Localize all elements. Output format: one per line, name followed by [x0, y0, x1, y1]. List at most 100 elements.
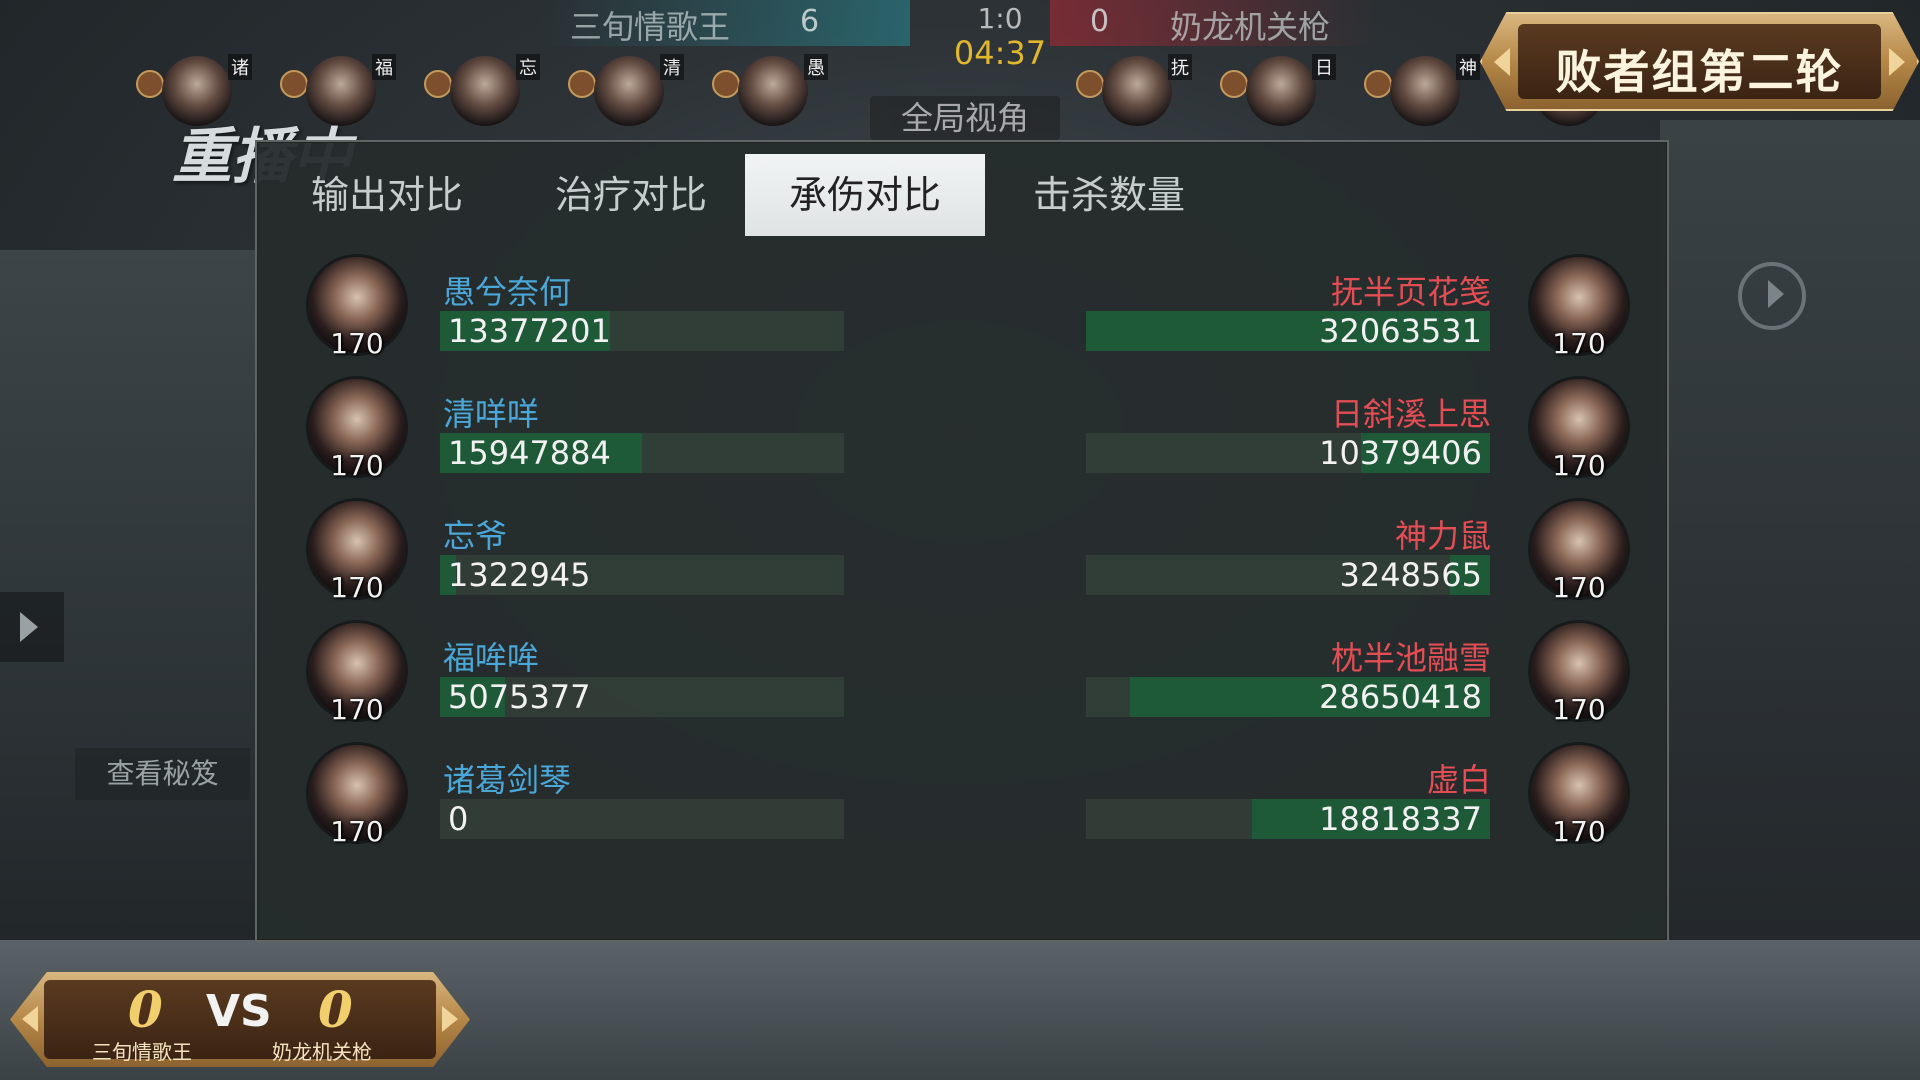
- hero-tag: 福: [372, 54, 396, 80]
- player-level: 170: [330, 815, 384, 848]
- player-name-right: 日斜溪上思: [1330, 395, 1491, 433]
- exit-icon[interactable]: [1738, 262, 1806, 330]
- tab-kills[interactable]: 击杀数量: [989, 154, 1229, 236]
- player-name-left: 愚兮奈何: [443, 273, 572, 311]
- skill-badge-icon: [1220, 70, 1248, 98]
- stat-bar-left: 1322945: [440, 555, 844, 595]
- player-level: 170: [330, 693, 384, 726]
- view-tips-button[interactable]: 查看秘笈: [75, 748, 250, 800]
- arrow-right-icon: [442, 1006, 458, 1032]
- player-row: 170 清咩咩 15947884 10379406 日斜溪上思 170: [257, 379, 1667, 489]
- hero-portrait: [594, 56, 664, 126]
- player-name-right: 抚半页花笺: [1330, 273, 1491, 311]
- series-score-left: 0: [128, 980, 163, 1039]
- stat-bar-left: 13377201: [440, 311, 844, 351]
- player-level: 170: [1552, 327, 1606, 360]
- player-name-right: 枕半池融雪: [1330, 639, 1491, 677]
- hero-portrait: [1246, 56, 1316, 126]
- player-name-left: 诸葛剑琴: [443, 761, 572, 799]
- player-row: 170 诸葛剑琴 0 18818337 虚白 170: [257, 745, 1667, 855]
- tab-bar: 输出对比 治疗对比 承伤对比 击杀数量: [257, 154, 1667, 236]
- player-level: 170: [1552, 449, 1606, 482]
- hero-tag: 清: [660, 54, 684, 80]
- skill-badge-icon: [568, 70, 596, 98]
- team-left-kills: 6: [800, 4, 820, 39]
- team-right-kills: 0: [1090, 4, 1110, 39]
- stat-value: 10379406: [1319, 434, 1482, 472]
- stat-value: 5075377: [448, 678, 591, 716]
- match-score: 1:0: [977, 2, 1023, 35]
- series-team-left: 三旬情歌王: [92, 1040, 192, 1064]
- arrow-left-icon: [22, 1006, 38, 1032]
- hero-tag: 抚: [1168, 54, 1192, 80]
- stage-plaque: 败者组第二轮: [1480, 12, 1919, 111]
- hero-tag: 诸: [228, 54, 252, 80]
- series-team-right: 奶龙机关枪: [272, 1040, 372, 1064]
- top-scoreboard: 三旬情歌王 6 1:0 04:37 0 奶龙机关枪: [520, 0, 1400, 72]
- stat-bar-left: 15947884: [440, 433, 844, 473]
- player-name-left: 清咩咩: [443, 395, 540, 433]
- stat-value: 1322945: [448, 556, 591, 594]
- player-level: 170: [330, 449, 384, 482]
- hero-portrait: [738, 56, 808, 126]
- skill-badge-icon: [1364, 70, 1392, 98]
- player-level: 170: [1552, 815, 1606, 848]
- stat-bar-right: 32063531: [1086, 311, 1490, 351]
- stat-bar-left: 0: [440, 799, 844, 839]
- expand-panel-button[interactable]: [0, 592, 64, 662]
- player-level: 170: [1552, 693, 1606, 726]
- series-vs: VS: [206, 986, 272, 1037]
- hero-portrait: [450, 56, 520, 126]
- tab-healing[interactable]: 治疗对比: [511, 154, 751, 236]
- hero-tag: 愚: [804, 54, 828, 80]
- stat-value: 15947884: [448, 434, 611, 472]
- background-roof-right: [1660, 120, 1920, 1080]
- stat-value: 0: [448, 800, 469, 838]
- series-score-right: 0: [318, 980, 353, 1039]
- mini-hero[interactable]: 忘: [418, 50, 548, 130]
- mini-hero[interactable]: 愚: [706, 50, 836, 130]
- player-name-left: 忘爷: [443, 517, 508, 555]
- skill-badge-icon: [1076, 70, 1104, 98]
- stat-bar-right: 28650418: [1086, 677, 1490, 717]
- hero-tag: 忘: [516, 54, 540, 80]
- hero-portrait: [1102, 56, 1172, 126]
- stat-value: 18818337: [1319, 800, 1482, 838]
- hero-portrait: [1390, 56, 1460, 126]
- stat-bar-right: 10379406: [1086, 433, 1490, 473]
- stat-bar-right: 18818337: [1086, 799, 1490, 839]
- hero-tag: 神: [1456, 54, 1480, 80]
- skill-badge-icon: [280, 70, 308, 98]
- series-score-plaque: 0 VS 0 三旬情歌王 奶龙机关枪: [10, 972, 470, 1067]
- player-level: 170: [330, 327, 384, 360]
- team-right-name: 奶龙机关枪: [1170, 8, 1331, 46]
- mini-hero[interactable]: 神: [1358, 50, 1488, 130]
- skill-badge-icon: [424, 70, 452, 98]
- skill-badge-icon: [136, 70, 164, 98]
- tab-damage-taken[interactable]: 承伤对比: [745, 154, 985, 236]
- match-timer: 04:37: [953, 34, 1047, 72]
- player-row: 170 福哞哞 5075377 28650418 枕半池融雪 170: [257, 623, 1667, 733]
- player-level: 170: [330, 571, 384, 604]
- skill-badge-icon: [712, 70, 740, 98]
- player-level: 170: [1552, 571, 1606, 604]
- player-name-left: 福哞哞: [443, 639, 540, 677]
- global-view-button[interactable]: 全局视角: [870, 96, 1060, 140]
- stat-bar-left: 5075377: [440, 677, 844, 717]
- mini-hero[interactable]: 清: [562, 50, 692, 130]
- hero-tag: 日: [1312, 54, 1336, 80]
- player-row: 170 忘爷 1322945 3248565 神力鼠 170: [257, 501, 1667, 611]
- stat-value: 32063531: [1319, 312, 1482, 350]
- tab-damage[interactable]: 输出对比: [267, 154, 507, 236]
- player-name-right: 虚白: [1426, 761, 1491, 799]
- stat-value: 3248565: [1339, 556, 1482, 594]
- stat-bar-right: 3248565: [1086, 555, 1490, 595]
- player-row: 170 愚兮奈何 13377201 32063531 抚半页花笺 170: [257, 257, 1667, 367]
- stats-panel: 输出对比 治疗对比 承伤对比 击杀数量 170 愚兮奈何 13377201 32…: [255, 140, 1669, 942]
- mini-hero[interactable]: 日: [1214, 50, 1344, 130]
- stat-value: 13377201: [448, 312, 611, 350]
- mini-hero[interactable]: 抚: [1070, 50, 1200, 130]
- team-left-name: 三旬情歌王: [570, 8, 731, 46]
- stat-value: 28650418: [1319, 678, 1482, 716]
- stage-title: 败者组第二轮: [1555, 45, 1844, 99]
